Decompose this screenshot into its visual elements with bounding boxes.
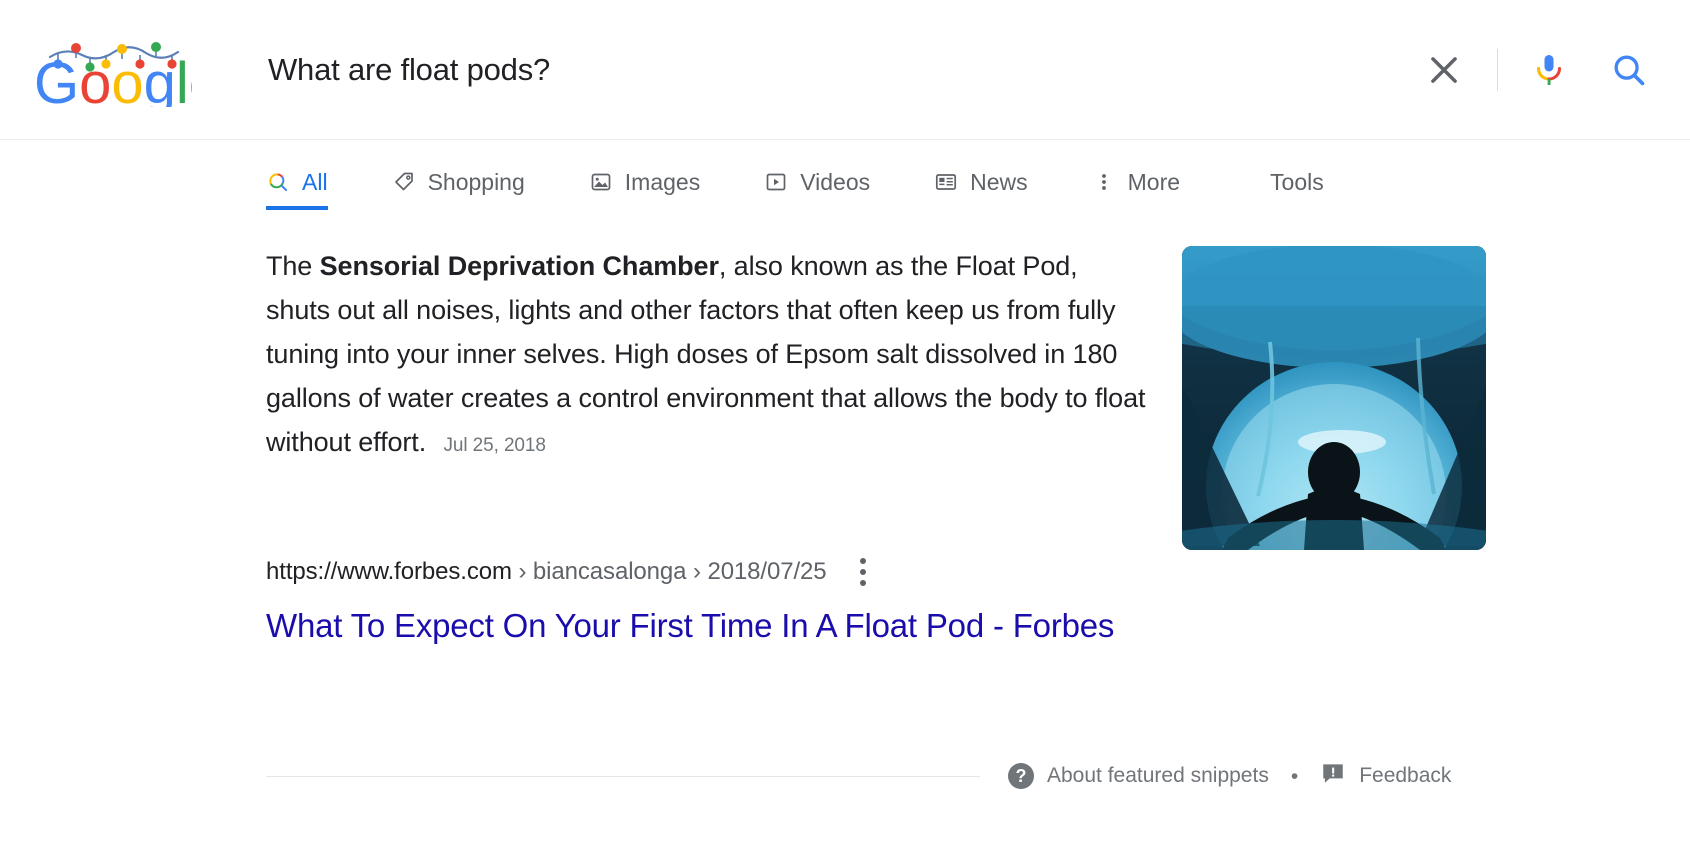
svg-text:Google: Google bbox=[34, 51, 192, 107]
result-title-link[interactable]: What To Expect On Your First Time In A F… bbox=[266, 606, 1114, 646]
search-bar-actions bbox=[1413, 39, 1664, 101]
tab-images[interactable]: Images bbox=[589, 140, 700, 202]
feedback-icon bbox=[1320, 760, 1346, 792]
search-icon bbox=[1614, 55, 1645, 85]
featured-snippet-thumbnail-wrap bbox=[1182, 246, 1486, 646]
search-results: The Sensorial Deprivation Chamber, also … bbox=[0, 222, 1690, 646]
tab-all[interactable]: All bbox=[266, 140, 328, 210]
tab-all-label: All bbox=[302, 168, 328, 195]
footer-links: ? About featured snippets • Feedback bbox=[1008, 760, 1451, 792]
snippet-date: Jul 25, 2018 bbox=[443, 435, 546, 456]
newspaper-icon bbox=[934, 170, 958, 194]
feedback-link[interactable]: Feedback bbox=[1320, 760, 1451, 792]
dot-3 bbox=[859, 580, 866, 586]
featured-snippet-thumbnail[interactable] bbox=[1182, 246, 1486, 550]
tab-videos[interactable]: Videos bbox=[764, 140, 870, 202]
tab-more[interactable]: More bbox=[1092, 140, 1180, 202]
google-doodle-logo-icon: Google bbox=[34, 41, 192, 107]
search-submit-button[interactable] bbox=[1600, 41, 1658, 99]
tab-shopping-label: Shopping bbox=[427, 168, 525, 195]
tab-tools-label: Tools bbox=[1270, 168, 1324, 195]
search-header: Google bbox=[0, 0, 1690, 140]
tab-videos-label: Videos bbox=[800, 168, 871, 195]
tab-news[interactable]: News bbox=[934, 140, 1028, 202]
featured-snippet-text: The Sensorial Deprivation Chamber, also … bbox=[266, 244, 1146, 468]
search-result-tabs: All Shopping Images Videos News More Too… bbox=[0, 140, 1690, 222]
tab-images-label: Images bbox=[624, 168, 701, 195]
clear-search-button[interactable] bbox=[1413, 39, 1475, 101]
tab-more-label: More bbox=[1127, 168, 1181, 195]
result-url-row: https://www.forbes.com › biancasalonga ›… bbox=[266, 554, 1146, 590]
url-path: › biancasalonga › 2018/07/25 bbox=[511, 558, 827, 585]
footer-divider bbox=[266, 775, 980, 777]
tab-tools[interactable]: Tools bbox=[1270, 140, 1324, 202]
snippet-text-before: The bbox=[266, 251, 320, 281]
price-tag-icon bbox=[392, 170, 416, 194]
tab-news-label: News bbox=[970, 168, 1028, 195]
footer-separator: • bbox=[1290, 764, 1299, 788]
feedback-label: Feedback bbox=[1359, 764, 1452, 787]
image-icon bbox=[589, 170, 613, 194]
search-bar bbox=[268, 0, 1664, 139]
featured-snippet-block: The Sensorial Deprivation Chamber, also … bbox=[266, 244, 1146, 646]
float-pod-photo bbox=[1182, 246, 1486, 550]
google-logo[interactable]: Google bbox=[22, 33, 202, 107]
google-search-icon bbox=[266, 170, 290, 194]
snippet-text-after: , also known as the Float Pod, shuts out… bbox=[266, 251, 1146, 457]
voice-search-button[interactable] bbox=[1520, 41, 1578, 99]
header-divider bbox=[1497, 48, 1498, 91]
about-featured-snippets-label: About featured snippets bbox=[1047, 764, 1269, 787]
tab-shopping[interactable]: Shopping bbox=[392, 140, 525, 202]
featured-snippet-footer: ? About featured snippets • Feedback bbox=[266, 760, 1660, 792]
about-featured-snippets-link[interactable]: ? About featured snippets bbox=[1008, 763, 1269, 789]
result-options-button[interactable] bbox=[849, 554, 877, 590]
snippet-bold-phrase: Sensorial Deprivation Chamber bbox=[319, 251, 719, 281]
video-play-icon bbox=[764, 170, 788, 194]
active-tab-underline bbox=[266, 206, 328, 210]
result-url[interactable]: https://www.forbes.com › biancasalonga ›… bbox=[266, 558, 827, 586]
dot-1 bbox=[859, 558, 866, 564]
microphone-icon bbox=[1537, 54, 1561, 85]
url-domain: https://www.forbes.com bbox=[266, 558, 512, 585]
more-vertical-icon bbox=[1092, 170, 1116, 194]
help-icon: ? bbox=[1008, 763, 1034, 789]
dot-2 bbox=[859, 569, 866, 575]
close-icon bbox=[1431, 56, 1457, 83]
search-input[interactable] bbox=[268, 51, 1413, 88]
